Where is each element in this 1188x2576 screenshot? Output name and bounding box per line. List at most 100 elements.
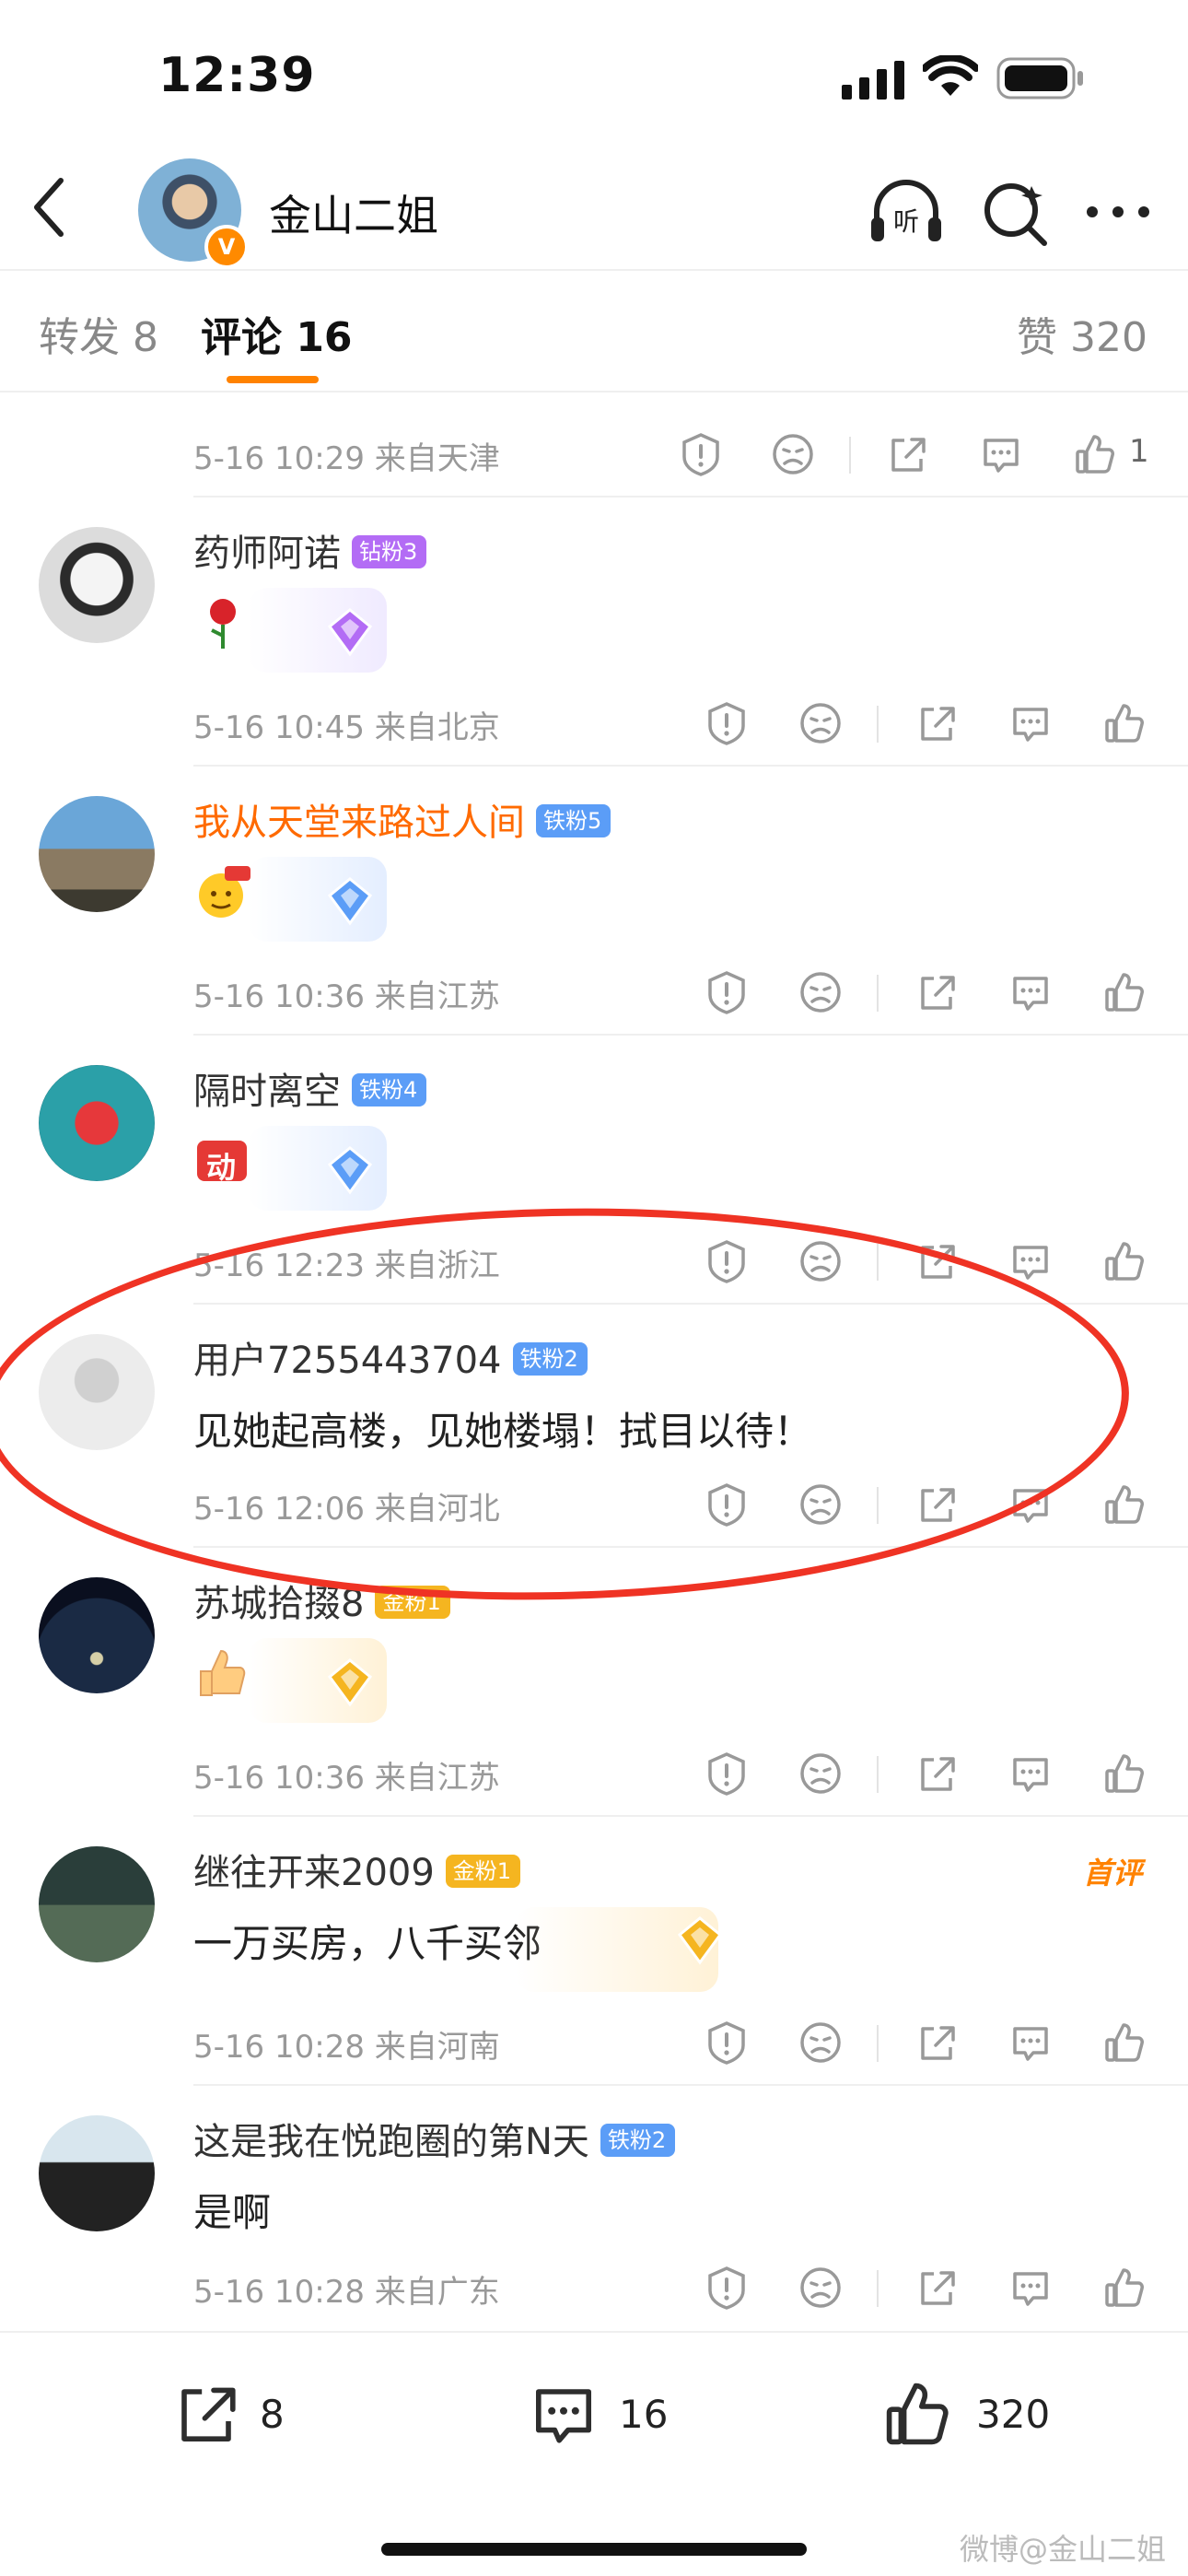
more-icon[interactable]	[1079, 173, 1157, 251]
comment-text: 是啊	[193, 2190, 272, 2235]
report-icon[interactable]	[678, 431, 724, 477]
home-indicator[interactable]	[381, 2543, 807, 2556]
listen-button[interactable]: 听	[868, 173, 945, 251]
comment-item: 药师阿诺 钻粉3 5-16 10:45 来自北京	[0, 498, 1188, 767]
comment-meta: 5-16 10:29 来自天津	[193, 440, 500, 477]
report-icon[interactable]	[704, 2020, 750, 2066]
commenter-name-text: 继往开来2009	[193, 1852, 435, 1894]
action-separator	[877, 2270, 879, 2307]
watermark: 微博@金山二姐	[959, 2532, 1166, 2567]
report-icon[interactable]	[704, 1751, 750, 1797]
comment-meta: 5-16 10:28 来自河南	[193, 2029, 500, 2066]
reply-icon[interactable]	[1007, 2265, 1054, 2311]
commenter-name-text: 药师阿诺	[193, 533, 341, 575]
fan-sticker-icon	[322, 1655, 378, 1710]
comment-item: 继往开来2009 金粉1 一万买房，八千买邻 首评 5-16 10:28 来自河南	[0, 1817, 1188, 2086]
report-icon[interactable]	[704, 969, 750, 1015]
commenter-avatar[interactable]	[39, 1577, 155, 1693]
share-icon[interactable]	[914, 2020, 960, 2066]
first-comment-tag: 首评	[1082, 1856, 1142, 1891]
bottom-comment-button[interactable]: 16	[527, 2377, 683, 2451]
like-icon[interactable]	[1101, 700, 1147, 746]
wifi-icon	[923, 55, 978, 96]
rose-icon	[193, 593, 252, 652]
back-icon[interactable]	[28, 175, 72, 240]
report-icon[interactable]	[704, 700, 750, 746]
reply-icon[interactable]	[978, 431, 1024, 477]
comment-text: 一万买房，八千买邻	[193, 1921, 542, 1966]
dislike-icon[interactable]	[798, 969, 844, 1015]
commenter-name[interactable]: 药师阿诺 钻粉3	[193, 523, 427, 577]
fan-sticker-icon	[322, 873, 378, 929]
comment-meta: 5-16 10:36 来自江苏	[193, 978, 500, 1015]
dislike-icon[interactable]	[770, 431, 816, 477]
move-sticker-icon: 动	[193, 1131, 252, 1190]
action-separator	[877, 1756, 879, 1793]
bottom-repost-button[interactable]: 8	[169, 2377, 308, 2451]
share-icon[interactable]	[914, 969, 960, 1015]
tab-comments[interactable]: 评论 16	[201, 304, 353, 363]
fan-badge[interactable]: 钻粉3	[352, 535, 427, 568]
verified-badge: V	[204, 225, 249, 269]
sticker-label: 动	[206, 1150, 237, 1185]
author-name[interactable]: 金山二姐	[269, 182, 438, 243]
reply-icon[interactable]	[1007, 969, 1054, 1015]
fan-sticker-icon	[322, 1142, 378, 1198]
share-icon[interactable]	[914, 700, 960, 746]
dislike-icon[interactable]	[798, 2020, 844, 2066]
tab-indicator	[227, 376, 319, 383]
commenter-name-text: 这是我在悦跑圈的第N天	[193, 2121, 589, 2163]
like-icon[interactable]	[1101, 969, 1147, 1015]
thumbs-up-icon	[193, 1644, 252, 1703]
commenter-name[interactable]: 我从天堂来路过人间 铁粉5	[193, 792, 611, 846]
commenter-avatar[interactable]	[39, 527, 155, 643]
report-icon[interactable]	[704, 2265, 750, 2311]
commenter-avatar[interactable]	[39, 1846, 155, 1962]
like-icon[interactable]	[1101, 1751, 1147, 1797]
reply-icon[interactable]	[1007, 700, 1054, 746]
like-icon[interactable]	[1101, 1238, 1147, 1284]
fan-badge[interactable]: 铁粉2	[600, 2124, 676, 2157]
like-icon[interactable]	[1072, 431, 1118, 477]
like-icon	[880, 2377, 954, 2451]
fan-badge[interactable]: 金粉1	[445, 1855, 521, 1888]
commenter-avatar[interactable]	[39, 2115, 155, 2231]
dislike-icon[interactable]	[798, 700, 844, 746]
fan-badge[interactable]: 铁粉5	[536, 804, 611, 837]
comment-item-partial: 5-16 10:29 来自天津 1	[0, 391, 1188, 498]
bottom-like-count: 320	[976, 2392, 1051, 2437]
fan-sticker-icon	[672, 1913, 728, 1968]
share-icon[interactable]	[884, 431, 930, 477]
like-icon[interactable]	[1101, 2020, 1147, 2066]
reply-icon[interactable]	[1007, 1751, 1054, 1797]
repost-icon	[169, 2377, 243, 2451]
commenter-name[interactable]: 这是我在悦跑圈的第N天 铁粉2	[193, 2112, 676, 2165]
headphones-icon: 听	[871, 180, 941, 241]
share-icon[interactable]	[914, 2265, 960, 2311]
commenter-name[interactable]: 隔时离空 铁粉4	[193, 1061, 427, 1115]
share-icon[interactable]	[914, 1751, 960, 1797]
commenter-name-text: 我从天堂来路过人间	[193, 802, 525, 844]
666-face-icon	[193, 862, 252, 921]
action-separator	[877, 975, 879, 1012]
tab-reposts[interactable]: 转发 8	[39, 304, 158, 363]
like-icon[interactable]	[1101, 2265, 1147, 2311]
commenter-name-text: 苏城拾掇8	[193, 1583, 365, 1625]
commenter-name[interactable]: 继往开来2009 金粉1	[193, 1843, 521, 1896]
search-icon[interactable]	[976, 173, 1054, 251]
reply-icon[interactable]	[1007, 1238, 1054, 1284]
commenter-avatar[interactable]	[39, 1065, 155, 1181]
bottom-like-button[interactable]: 320	[880, 2377, 1065, 2451]
like-icon[interactable]	[1101, 1481, 1147, 1528]
fan-sticker-icon	[322, 604, 378, 660]
reply-icon[interactable]	[1007, 2020, 1054, 2066]
comment-item: 这是我在悦跑圈的第N天 铁粉2 是啊 5-16 10:28 来自广东	[0, 2086, 1188, 2331]
dislike-icon[interactable]	[798, 1751, 844, 1797]
tab-likes[interactable]: 赞 320	[1017, 304, 1147, 363]
fan-badge[interactable]: 铁粉4	[352, 1073, 427, 1107]
status-time: 12:39	[158, 48, 316, 103]
dislike-icon[interactable]	[798, 2265, 844, 2311]
commenter-avatar[interactable]	[39, 796, 155, 912]
comment-meta: 5-16 10:36 来自江苏	[193, 1760, 500, 1797]
comment-icon	[527, 2377, 600, 2451]
